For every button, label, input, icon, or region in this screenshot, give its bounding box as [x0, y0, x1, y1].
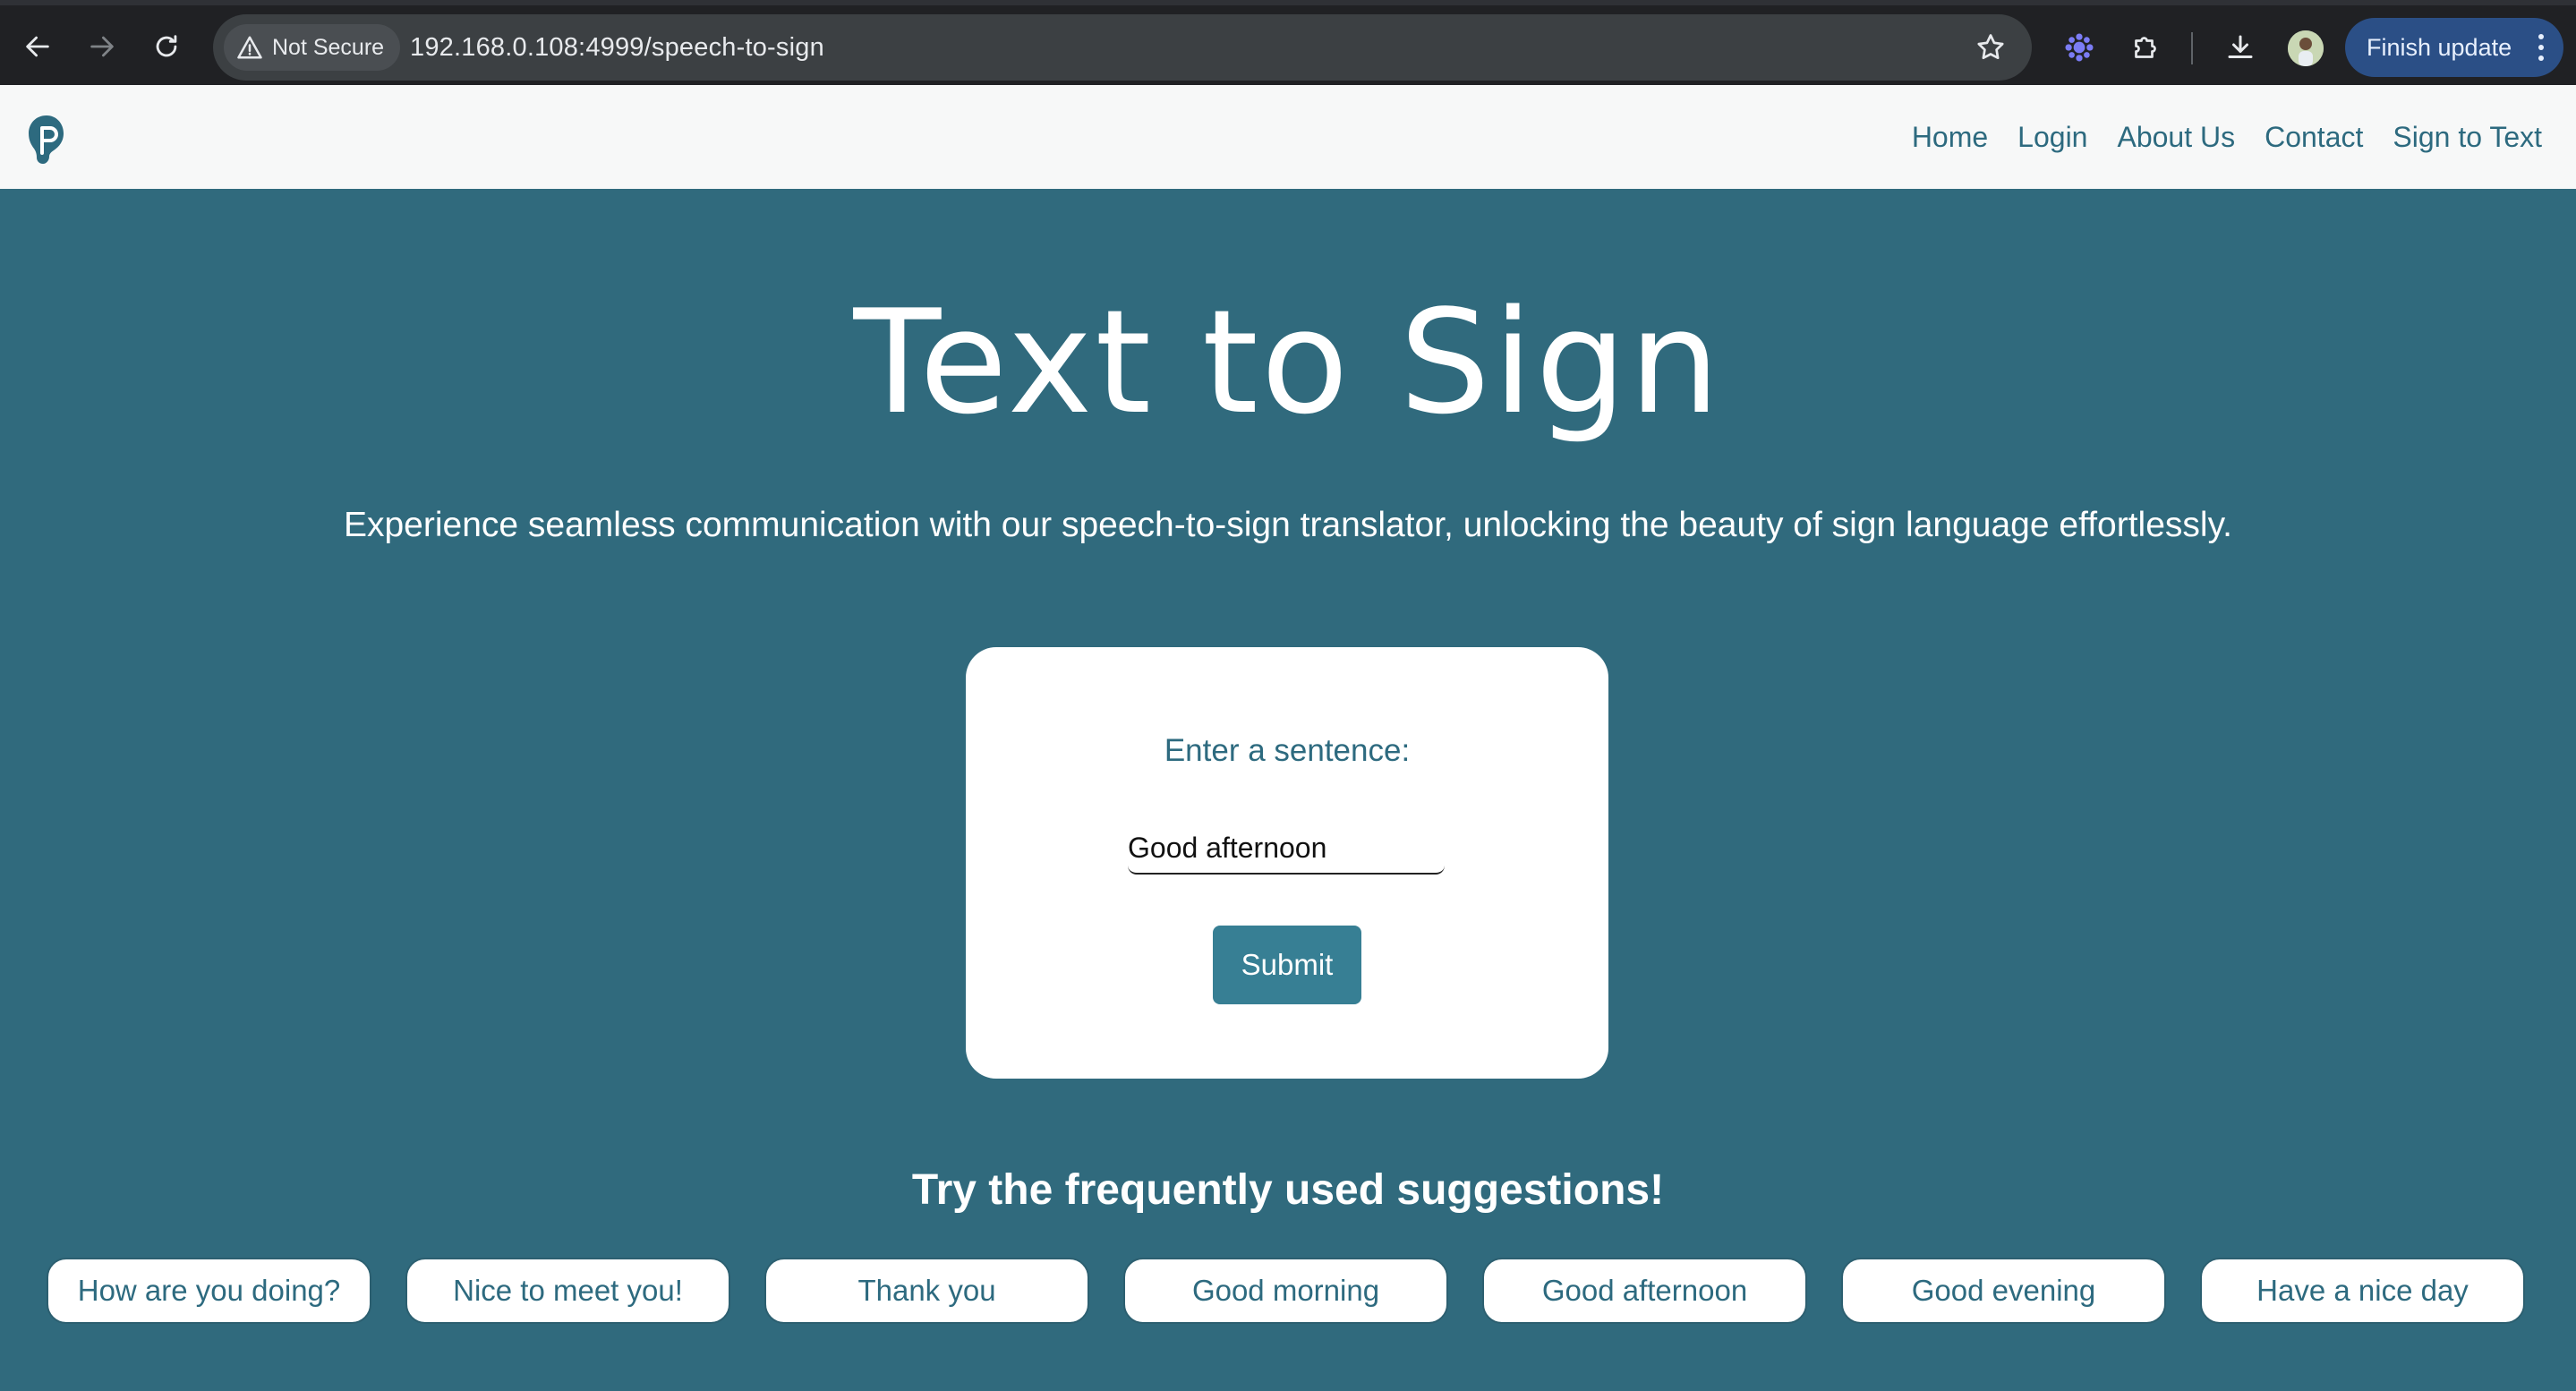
url-text[interactable]: 192.168.0.108:4999/speech-to-sign — [410, 14, 824, 81]
nav-about-link[interactable]: About Us — [2117, 121, 2235, 154]
back-button[interactable] — [16, 25, 59, 68]
more-vert-icon — [2538, 34, 2544, 61]
sentence-label: Enter a sentence: — [1164, 733, 1411, 768]
extension-flower-icon[interactable] — [2060, 29, 2098, 66]
submit-button[interactable]: Submit — [1213, 926, 1361, 1004]
arrow-left-icon — [26, 36, 49, 57]
suggestion-thank-you[interactable]: Thank you — [764, 1258, 1089, 1324]
nav-home-link[interactable]: Home — [1912, 121, 1988, 154]
site-logo-icon[interactable] — [27, 114, 66, 166]
suggestion-good-evening[interactable]: Good evening — [1841, 1258, 2166, 1324]
finish-update-button[interactable]: Finish update — [2345, 18, 2563, 77]
reload-button[interactable] — [145, 25, 188, 68]
security-chip[interactable]: Not Secure — [224, 24, 401, 71]
toolbar-divider — [2191, 32, 2193, 64]
bookmark-star-icon[interactable] — [1975, 31, 2007, 64]
suggestions-list: How are you doing? Nice to meet you! Tha… — [47, 1258, 2526, 1324]
suggestion-how-are-you[interactable]: How are you doing? — [47, 1258, 371, 1324]
site-header: Home Login About Us Contact Sign to Text — [0, 85, 2576, 189]
page-subtitle: Experience seamless communication with o… — [343, 506, 2233, 544]
download-icon[interactable] — [2222, 29, 2259, 66]
suggestions-title: Try the frequently used suggestions! — [911, 1166, 1665, 1214]
extensions-puzzle-icon[interactable] — [2127, 29, 2164, 66]
browser-toolbar: Not Secure 192.168.0.108:4999/speech-to-… — [0, 0, 2576, 85]
suggestion-good-morning[interactable]: Good morning — [1123, 1258, 1448, 1324]
finish-update-label: Finish update — [2367, 33, 2512, 61]
sentence-input[interactable] — [1128, 823, 1445, 875]
reload-icon — [156, 35, 177, 57]
security-label: Not Secure — [272, 34, 385, 60]
suggestion-have-a-nice-day[interactable]: Have a nice day — [2200, 1258, 2525, 1324]
nav-login-link[interactable]: Login — [2017, 121, 2087, 154]
page-title: Text to Sign — [853, 278, 1723, 446]
nav-contact-link[interactable]: Contact — [2265, 121, 2363, 154]
forward-button[interactable] — [81, 25, 124, 68]
sentence-form-card: Enter a sentence: Submit — [966, 647, 1608, 1079]
suggestion-nice-to-meet-you[interactable]: Nice to meet you! — [405, 1258, 730, 1324]
warning-icon — [237, 36, 262, 59]
address-bar[interactable]: Not Secure 192.168.0.108:4999/speech-to-… — [213, 14, 2032, 81]
main-nav: Home Login About Us Contact Sign to Text — [1912, 85, 2542, 189]
suggestion-good-afternoon[interactable]: Good afternoon — [1482, 1258, 1807, 1324]
profile-avatar[interactable] — [2288, 30, 2324, 66]
nav-sign-to-text-link[interactable]: Sign to Text — [2393, 121, 2542, 154]
arrow-right-icon — [90, 36, 114, 57]
